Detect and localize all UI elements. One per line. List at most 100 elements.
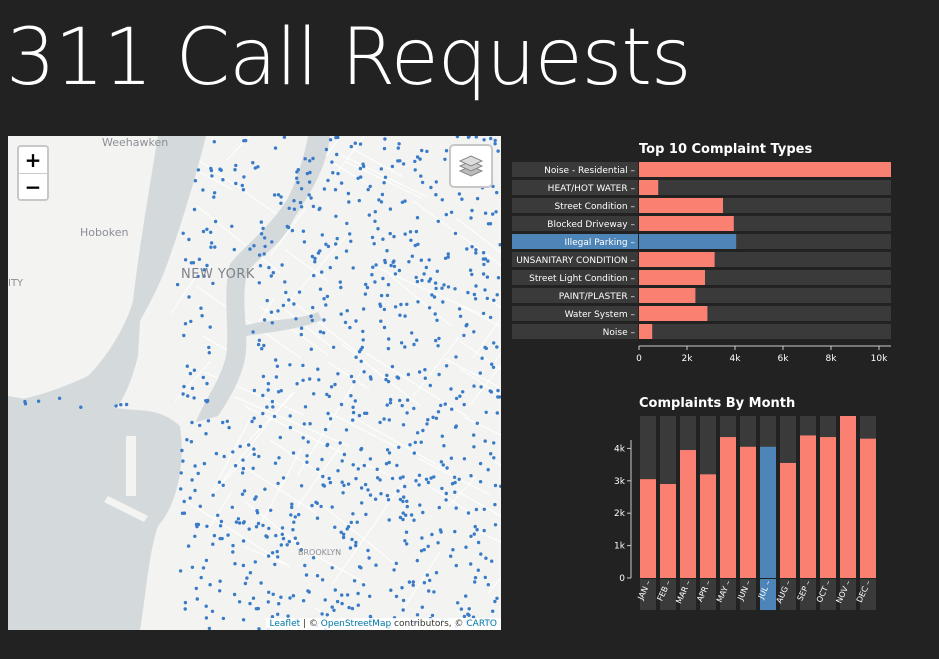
complaint-point[interactable] xyxy=(368,375,373,379)
complaint-point[interactable] xyxy=(475,196,480,201)
complaint-point[interactable] xyxy=(412,342,416,347)
complaint-point[interactable] xyxy=(182,499,186,504)
complaint-point[interactable] xyxy=(258,424,263,429)
complaint-point[interactable] xyxy=(468,268,473,272)
complaint-point[interactable] xyxy=(385,249,389,253)
complaint-point[interactable] xyxy=(430,613,435,618)
complaint-point[interactable] xyxy=(384,462,389,466)
complaint-point[interactable] xyxy=(248,601,252,606)
complaint-point[interactable] xyxy=(370,235,375,240)
complaint-point[interactable] xyxy=(475,421,479,425)
complaint-point[interactable] xyxy=(276,612,280,616)
complaint-point[interactable] xyxy=(486,259,490,263)
complaint-point[interactable] xyxy=(351,266,355,270)
complaint-point[interactable] xyxy=(392,264,397,269)
complaint-point[interactable] xyxy=(366,187,370,192)
complaint-point[interactable] xyxy=(259,232,264,236)
complaint-point[interactable] xyxy=(305,171,309,176)
month-bar[interactable] xyxy=(680,450,696,578)
complaint-point[interactable] xyxy=(380,192,385,197)
complaint-point[interactable] xyxy=(478,480,483,484)
complaint-point[interactable] xyxy=(310,254,315,259)
complaint-point[interactable] xyxy=(206,419,211,423)
complaint-point[interactable] xyxy=(485,296,489,301)
complaint-point[interactable] xyxy=(196,522,201,527)
complaint-point[interactable] xyxy=(339,285,343,290)
complaint-point[interactable] xyxy=(264,534,268,538)
complaint-point[interactable] xyxy=(309,347,313,351)
complaint-point[interactable] xyxy=(422,548,426,552)
complaint-point[interactable] xyxy=(270,321,274,325)
month-bar[interactable] xyxy=(860,438,876,578)
complaint-point[interactable] xyxy=(205,524,209,528)
complaint-point[interactable] xyxy=(457,477,461,481)
complaint-point[interactable] xyxy=(217,480,222,484)
complaint-point[interactable] xyxy=(304,573,309,577)
complaint-point[interactable] xyxy=(481,311,486,316)
complaint-point[interactable] xyxy=(482,262,486,267)
complaint-point[interactable] xyxy=(198,504,202,508)
complaint-point[interactable] xyxy=(393,272,398,276)
complaint-point[interactable] xyxy=(361,338,365,342)
complaint-point[interactable] xyxy=(212,140,216,144)
complaint-point[interactable] xyxy=(402,495,406,499)
complaint-point[interactable] xyxy=(319,504,323,509)
complaint-point[interactable] xyxy=(57,396,62,400)
complaint-point[interactable] xyxy=(199,575,203,580)
complaint-point[interactable] xyxy=(209,230,213,234)
complaint-point[interactable] xyxy=(334,214,338,218)
complaint-point[interactable] xyxy=(388,397,393,402)
complaint-point[interactable] xyxy=(226,533,230,537)
complaint-point[interactable] xyxy=(114,404,118,408)
complaint-point[interactable] xyxy=(488,315,493,320)
complaint-point[interactable] xyxy=(204,432,208,436)
complaint-point[interactable] xyxy=(386,283,391,287)
complaint-point[interactable] xyxy=(412,451,416,455)
complaint-point[interactable] xyxy=(382,146,387,151)
complaint-point[interactable] xyxy=(311,305,315,310)
complaint-point[interactable] xyxy=(324,147,329,152)
complaint-point[interactable] xyxy=(434,193,438,197)
complaint-point[interactable] xyxy=(483,575,487,580)
complaint-point[interactable] xyxy=(387,418,391,422)
type-bar[interactable] xyxy=(639,198,723,213)
complaint-point[interactable] xyxy=(412,518,416,522)
complaint-point[interactable] xyxy=(212,195,216,199)
complaint-point[interactable] xyxy=(479,552,483,556)
complaint-point[interactable] xyxy=(79,405,83,409)
complaint-point[interactable] xyxy=(323,598,327,602)
complaint-point[interactable] xyxy=(179,471,183,475)
complaint-point[interactable] xyxy=(325,443,329,448)
complaint-point[interactable] xyxy=(349,520,353,525)
complaint-point[interactable] xyxy=(299,484,304,488)
complaint-point[interactable] xyxy=(241,466,246,471)
complaint-point[interactable] xyxy=(339,181,344,185)
complaint-point[interactable] xyxy=(250,419,254,424)
complaint-point[interactable] xyxy=(376,227,380,231)
complaint-point[interactable] xyxy=(454,563,458,568)
complaint-point[interactable] xyxy=(440,486,444,491)
complaint-point[interactable] xyxy=(400,403,404,408)
complaint-point[interactable] xyxy=(365,285,370,290)
complaint-point[interactable] xyxy=(306,440,310,444)
complaint-point[interactable] xyxy=(330,605,334,609)
complaint-point[interactable] xyxy=(265,298,269,303)
complaint-point[interactable] xyxy=(483,211,488,215)
complaint-point[interactable] xyxy=(241,188,246,192)
complaint-point[interactable] xyxy=(344,428,349,432)
complaint-point[interactable] xyxy=(453,231,458,236)
complaint-point[interactable] xyxy=(277,602,281,606)
complaint-point[interactable] xyxy=(493,502,497,507)
complaint-point[interactable] xyxy=(420,180,425,185)
complaint-point[interactable] xyxy=(458,394,462,398)
complaint-point[interactable] xyxy=(351,463,355,467)
complaint-point[interactable] xyxy=(408,443,412,447)
complaint-point[interactable] xyxy=(427,306,432,310)
complaint-point[interactable] xyxy=(322,187,327,191)
complaint-point[interactable] xyxy=(306,589,310,593)
complaint-point[interactable] xyxy=(240,492,245,496)
complaint-point[interactable] xyxy=(326,411,330,416)
complaint-point[interactable] xyxy=(476,540,481,545)
complaint-point[interactable] xyxy=(482,507,486,511)
complaint-point[interactable] xyxy=(411,583,415,587)
